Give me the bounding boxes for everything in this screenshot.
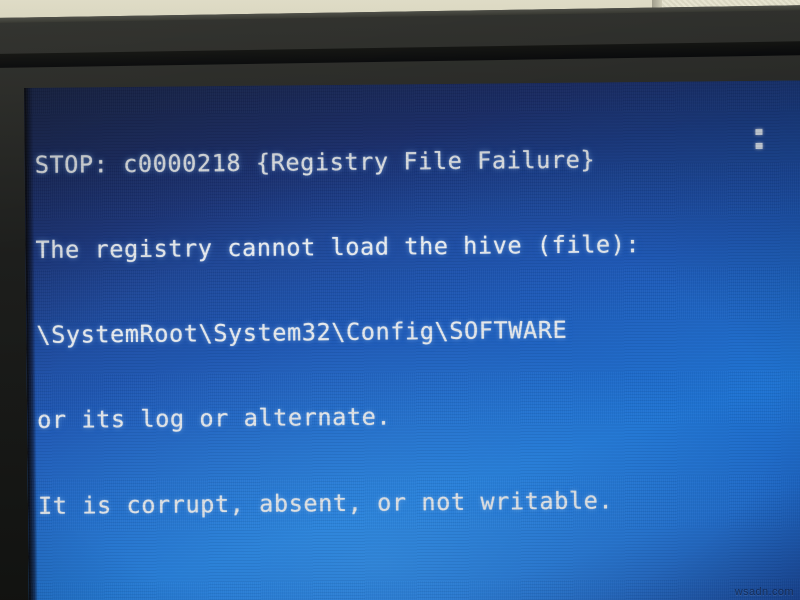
bsod-message-block: STOP: c0000218 {Registry File Failure} T… (34, 86, 800, 600)
bsod-line-stop: STOP: c0000218 {Registry File Failure} (34, 145, 596, 179)
stuck-pixel-upper (755, 128, 763, 135)
bsod-line-corrupt-absent: It is corrupt, absent, or not writable. (37, 485, 614, 520)
bsod-line-hive-path: \SystemRoot\System32\Config\SOFTWARE (36, 316, 568, 350)
monitor-screen: STOP: c0000218 {Registry File Failure} T… (24, 80, 800, 600)
bezel-inner-shadow (0, 40, 800, 68)
photo-of-monitor: STOP: c0000218 {Registry File Failure} T… (0, 0, 800, 600)
bsod-line-registry-cannot-load: The registry cannot load the hive (file)… (35, 230, 641, 264)
stuck-pixel-lower (755, 142, 763, 149)
watermark: wsadn.com (734, 586, 794, 598)
bsod-line-log-or-alternate: or its log or alternate. (37, 402, 392, 435)
